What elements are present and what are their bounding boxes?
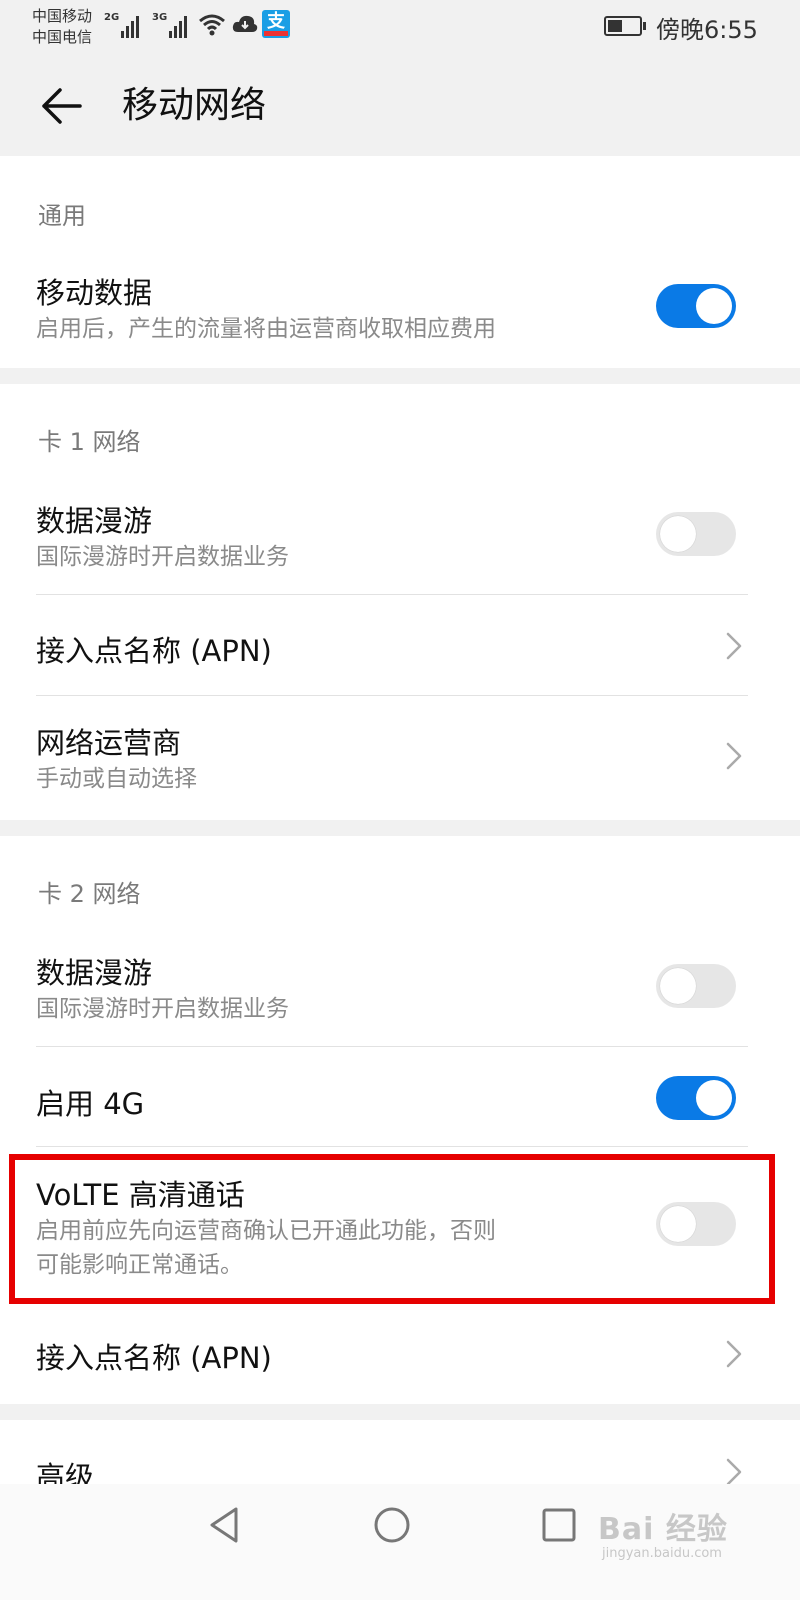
- sim2-roaming-toggle[interactable]: [656, 964, 736, 1008]
- mobile-data-subtitle: 启用后，产生的流量将由运营商收取相应费用: [36, 316, 496, 342]
- sim1-operator-title: 网络运营商: [36, 726, 182, 760]
- status-time: 傍晚6:55: [656, 16, 758, 44]
- alipay-icon: 支: [262, 10, 290, 38]
- arrow-left-icon[interactable]: [38, 82, 86, 130]
- divider: [36, 1046, 748, 1047]
- sim1-roaming-toggle[interactable]: [656, 512, 736, 556]
- cloud-icon: [232, 15, 258, 32]
- mobile-data-title: 移动数据: [36, 276, 153, 310]
- page-title: 移动网络: [122, 85, 267, 126]
- watermark: Bai 经验 jingyan.baidu.com: [598, 1504, 728, 1561]
- divider: [36, 695, 748, 696]
- section-title-sim1: 卡 1 网络: [38, 428, 141, 456]
- divider: [36, 594, 748, 595]
- general-section: 通用 移动数据 启用后，产生的流量将由运营商收取相应费用: [0, 156, 800, 368]
- section-title-sim2: 卡 2 网络: [38, 880, 141, 908]
- enable-4g-toggle[interactable]: [656, 1076, 736, 1120]
- sim1-operator-subtitle: 手动或自动选择: [36, 766, 197, 792]
- status-bar: 中国移动 中国电信 2G 3G 支 傍晚6:55: [0, 0, 800, 60]
- advanced-section: 高级: [0, 1420, 800, 1494]
- battery-icon: [604, 16, 646, 36]
- watermark-main: Bai 经验: [598, 1512, 728, 1547]
- mobile-data-toggle[interactable]: [656, 284, 736, 328]
- sim2-network-label: 3G: [152, 12, 168, 23]
- volte-toggle[interactable]: [656, 1202, 736, 1246]
- home-circle-icon[interactable]: [367, 1500, 417, 1550]
- section-title-general: 通用: [38, 202, 86, 230]
- sim2-roaming-title: 数据漫游: [36, 956, 153, 990]
- volte-title: VoLTE 高清通话: [36, 1178, 245, 1212]
- chevron-right-icon: [726, 632, 742, 660]
- sim1-roaming-subtitle: 国际漫游时开启数据业务: [36, 544, 289, 570]
- signal-icon: 3G: [152, 12, 189, 38]
- screen: 中国移动 中国电信 2G 3G 支 傍晚6:55 移动网络 通用 移动数据 启用…: [0, 0, 800, 1600]
- divider: [36, 1146, 748, 1147]
- sim1-roaming-title: 数据漫游: [36, 504, 153, 538]
- sim1-section: 卡 1 网络 数据漫游 国际漫游时开启数据业务 接入点名称 (APN) 网络运营…: [0, 384, 800, 820]
- sim1-network-label: 2G: [104, 12, 120, 23]
- volte-subtitle-line2: 可能影响正常通话。: [36, 1252, 243, 1278]
- sim2-roaming-subtitle: 国际漫游时开启数据业务: [36, 996, 289, 1022]
- watermark-sub: jingyan.baidu.com: [602, 1546, 722, 1561]
- enable-4g-title: 启用 4G: [36, 1087, 145, 1121]
- back-triangle-icon[interactable]: [200, 1500, 250, 1550]
- sim2-section: 卡 2 网络 数据漫游 国际漫游时开启数据业务 启用 4G VoLTE 高清通话…: [0, 836, 800, 1404]
- recents-square-icon[interactable]: [534, 1500, 584, 1550]
- volte-subtitle-line1: 启用前应先向运营商确认已开通此功能，否则: [36, 1218, 496, 1244]
- signal-icon: 2G: [104, 12, 141, 38]
- sim2-apn-title: 接入点名称 (APN): [36, 1341, 272, 1375]
- carrier-block: 中国移动 中国电信: [32, 6, 92, 48]
- carrier-1: 中国移动: [32, 7, 93, 25]
- chevron-right-icon: [726, 1340, 742, 1368]
- chevron-right-icon: [726, 742, 742, 770]
- app-header: 移动网络: [0, 60, 800, 156]
- wifi-icon: [199, 14, 225, 36]
- carrier-2: 中国电信: [32, 28, 93, 46]
- sim1-apn-title: 接入点名称 (APN): [36, 634, 272, 668]
